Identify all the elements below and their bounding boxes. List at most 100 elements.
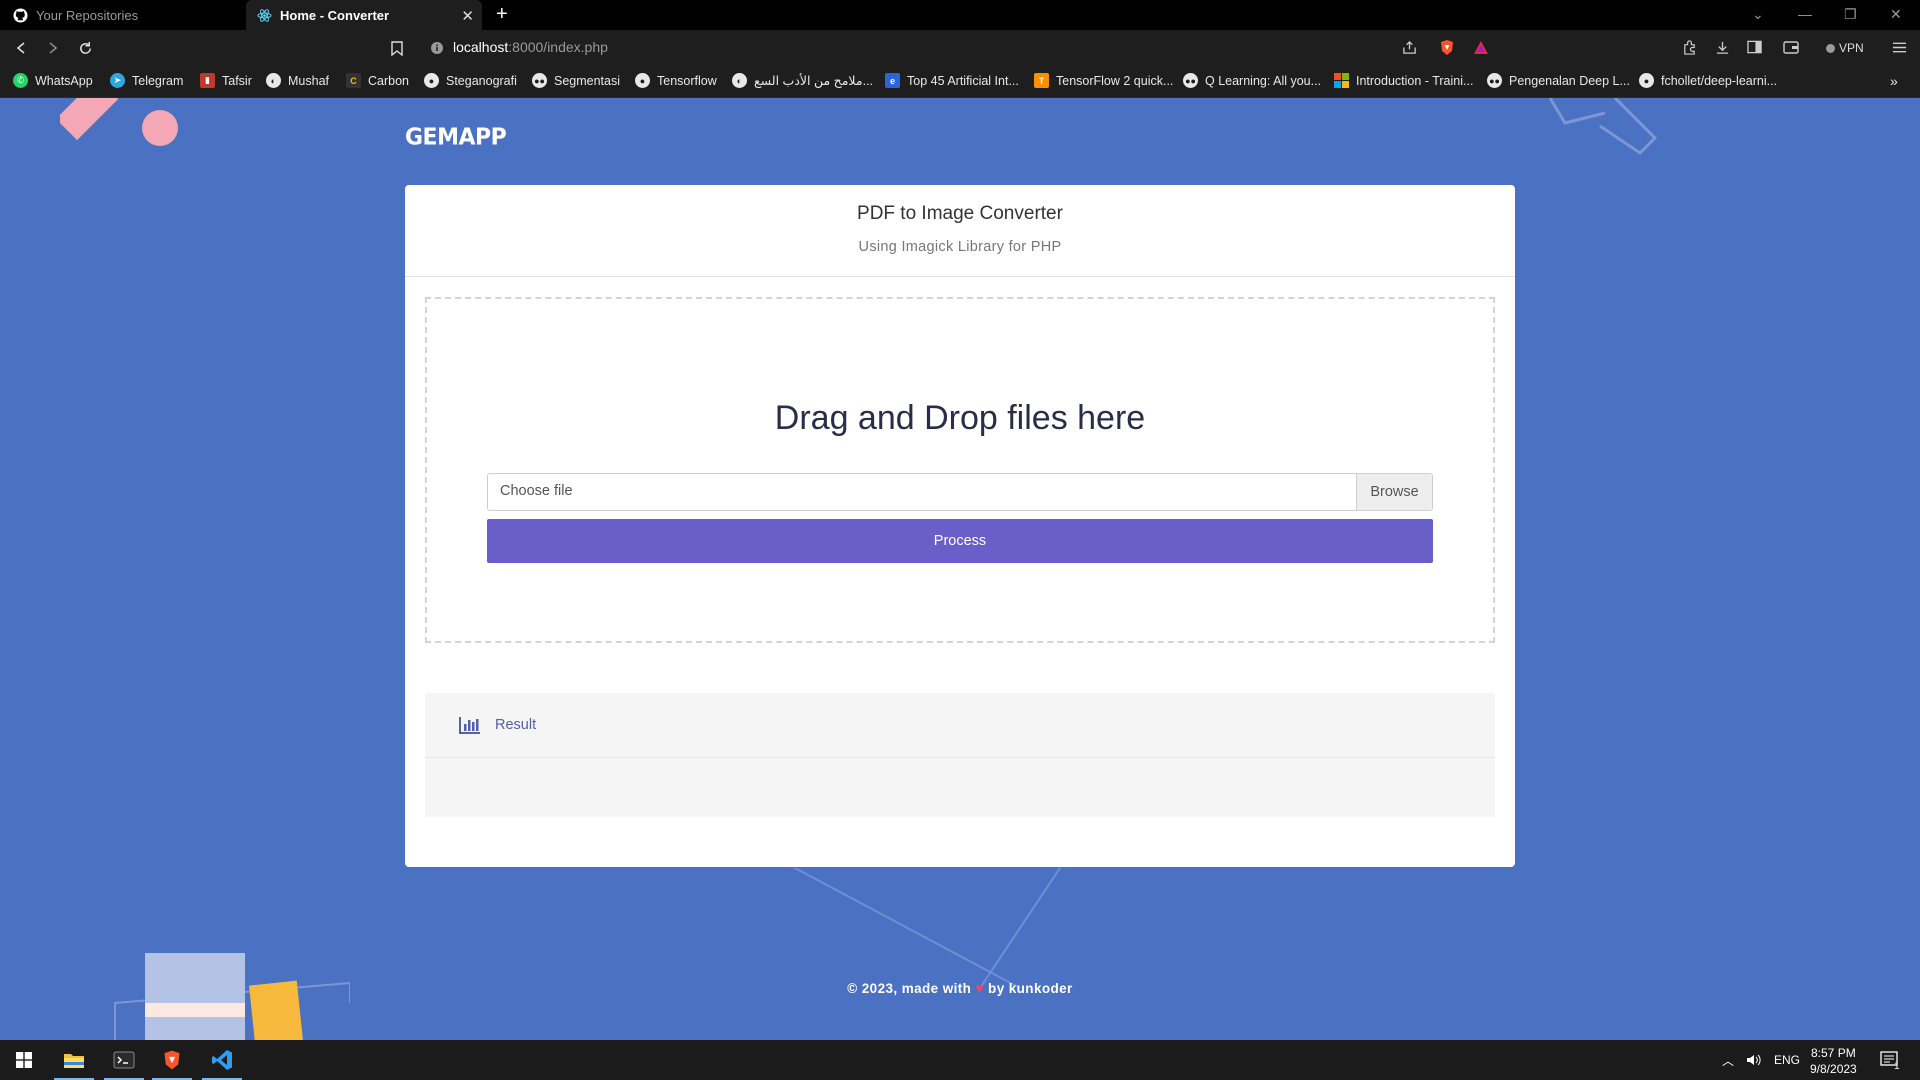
bar-chart-icon [459,717,480,734]
restore-button[interactable]: ❐ [1844,6,1857,23]
edge-icon: e [885,73,900,88]
back-button[interactable] [12,39,30,57]
taskbar-clock[interactable]: 8:57 PM 9/8/2023 [1810,1045,1857,1077]
browse-button[interactable]: Browse [1356,474,1432,510]
terminal-icon[interactable] [100,1040,148,1080]
result-label: Result [495,717,537,733]
url-text[interactable]: localhost:8000/index.php [453,39,608,55]
sidebar-toggle-icon[interactable] [1745,38,1763,56]
tab-search-chevron-icon[interactable]: ⌄ [1752,6,1764,23]
file-input-label[interactable]: Choose file [488,474,1356,510]
bookmarks-bar: ✆ WhatsApp ➤ Telegram ▮ Tafsir ◐ Mushaf C Car… [0,66,1920,98]
show-hidden-icons[interactable]: ︿ [1722,1040,1734,1080]
bookmark-carbon[interactable]: C Carbon [346,73,409,88]
wallet-icon[interactable] [1782,38,1800,56]
medium-icon: ●● [1183,73,1198,88]
bookmark-label: TensorFlow 2 quick... [1056,73,1174,88]
reload-icon [79,41,91,54]
forward-button[interactable] [44,39,62,57]
page-title: PDF to Image Converter [857,203,1063,224]
decorative-shapes-bottom-left [114,953,350,1040]
tab-your-repositories[interactable]: Your Repositories [0,0,240,30]
bookmark-label: Q Learning: All you... [1205,73,1322,88]
card-header: PDF to Image Converter Using Imagick Lib… [405,185,1515,277]
bookmark-tensorflow[interactable]: ● Tensorflow [635,73,717,88]
bookmark-label: Carbon [368,73,409,88]
tab-title: Home - Converter [280,7,390,23]
bookmark-telegram[interactable]: ➤ Telegram [110,73,183,88]
bookmark-whatsapp[interactable]: ✆ WhatsApp [13,73,93,88]
bookmark-tafsir[interactable]: ▮ Tafsir [200,73,252,88]
url-host: localhost [453,39,509,55]
tab-strip: Your Repositories Home - Converter ✕ + ⌄… [0,0,1920,30]
reload-button[interactable] [76,39,94,57]
whatsapp-icon: ✆ [13,73,28,88]
microsoft-icon [1334,73,1349,88]
bookmark-label: fchollet/deep-learni... [1661,73,1778,88]
bookmark-mushaf[interactable]: ◐ Mushaf [266,73,329,88]
footer: © 2023, made with ♥ by kunkoder [0,981,1920,996]
back-arrow-icon [16,42,25,54]
github-icon: ● [1639,73,1654,88]
medium-icon: ●● [532,73,547,88]
book-icon: ▮ [200,73,215,88]
forward-arrow-icon [49,42,58,54]
result-header: Result [425,693,1495,758]
file-explorer-icon[interactable] [50,1040,98,1080]
github-icon: ● [635,73,650,88]
windows-start-icon[interactable] [0,1040,48,1080]
process-button[interactable]: Process [487,519,1433,563]
vscode-icon[interactable] [198,1040,246,1080]
tab-home-converter[interactable]: Home - Converter ✕ [246,0,482,30]
brave-icon[interactable] [148,1040,196,1080]
footer-prefix: © 2023, made with [847,981,972,996]
windows-taskbar: ︿ ENG 8:57 PM 9/8/2023 1 [0,1040,1920,1080]
bookmark-fchollet-deep-learning[interactable]: ● fchollet/deep-learni... [1639,73,1777,88]
page-background: GEMAPP PDF to Image Converter Using Imag… [0,98,1920,1040]
bookmark-introduction-training[interactable]: Introduction - Traini... [1334,73,1473,88]
file-dropzone[interactable]: Drag and Drop files here Choose file Bro… [425,297,1495,643]
medium-icon: ●● [1487,73,1502,88]
vpn-button[interactable]: VPN [1826,38,1864,58]
new-tab-button[interactable]: + [496,3,508,26]
bookmark-label: ملامح من الأدب السع... [754,74,873,88]
file-input[interactable]: Choose file Browse [487,473,1433,511]
bookmark-tensorflow-2-quick[interactable]: T TensorFlow 2 quick... [1034,73,1173,88]
bookmark-q-learning[interactable]: ●● Q Learning: All you... [1183,73,1321,88]
bookmark-label: Steganografi [446,73,517,88]
bookmark-top-45-ai[interactable]: e Top 45 Artificial Int... [885,73,1019,88]
language-indicator[interactable]: ENG [1774,1040,1800,1080]
notification-center-icon[interactable]: 1 [1880,1040,1900,1080]
clock-time: 8:57 PM [1811,1046,1856,1060]
bookmark-steganografi[interactable]: ● Steganografi [424,73,517,88]
vpn-label: VPN [1839,41,1864,55]
brand-logo[interactable]: GEMAPP [405,124,507,150]
close-tab-icon[interactable]: ✕ [461,7,474,25]
brave-shields-icon[interactable] [1438,38,1456,56]
github-icon: ● [424,73,439,88]
brave-rewards-icon[interactable] [1472,38,1490,56]
site-info-icon[interactable] [430,41,444,60]
bookmark-label: Introduction - Traini... [1356,73,1474,88]
extensions-icon[interactable] [1680,38,1698,56]
decorative-lines-center [792,868,1062,988]
bookmark-icon [391,40,403,56]
globe-icon: ◐ [266,73,281,88]
decorative-outline-top-right [1548,98,1658,155]
more-bookmarks-icon[interactable]: » [1890,73,1898,89]
bookmark-label: Telegram [132,73,184,88]
volume-icon[interactable] [1746,1040,1762,1080]
browser-toolbar [0,30,1920,66]
dropzone-title: Drag and Drop files here [774,399,1146,437]
minimize-button[interactable]: — [1798,6,1812,22]
share-icon[interactable] [1400,38,1418,56]
bookmark-segmentasi[interactable]: ●● Segmentasi [532,73,620,88]
close-window-button[interactable]: ✕ [1890,6,1902,23]
menu-icon[interactable] [1890,38,1908,56]
page-subtitle: Using Imagick Library for PHP [858,239,1062,255]
bookmark-arabic-literature[interactable]: ◐ ملامح من الأدب السع... [732,73,873,88]
clock-date: 9/8/2023 [1810,1062,1857,1076]
bookmark-page-button[interactable] [388,39,406,57]
bookmark-pengenalan-deep-learning[interactable]: ●● Pengenalan Deep L... [1487,73,1630,88]
downloads-icon[interactable] [1713,38,1731,56]
